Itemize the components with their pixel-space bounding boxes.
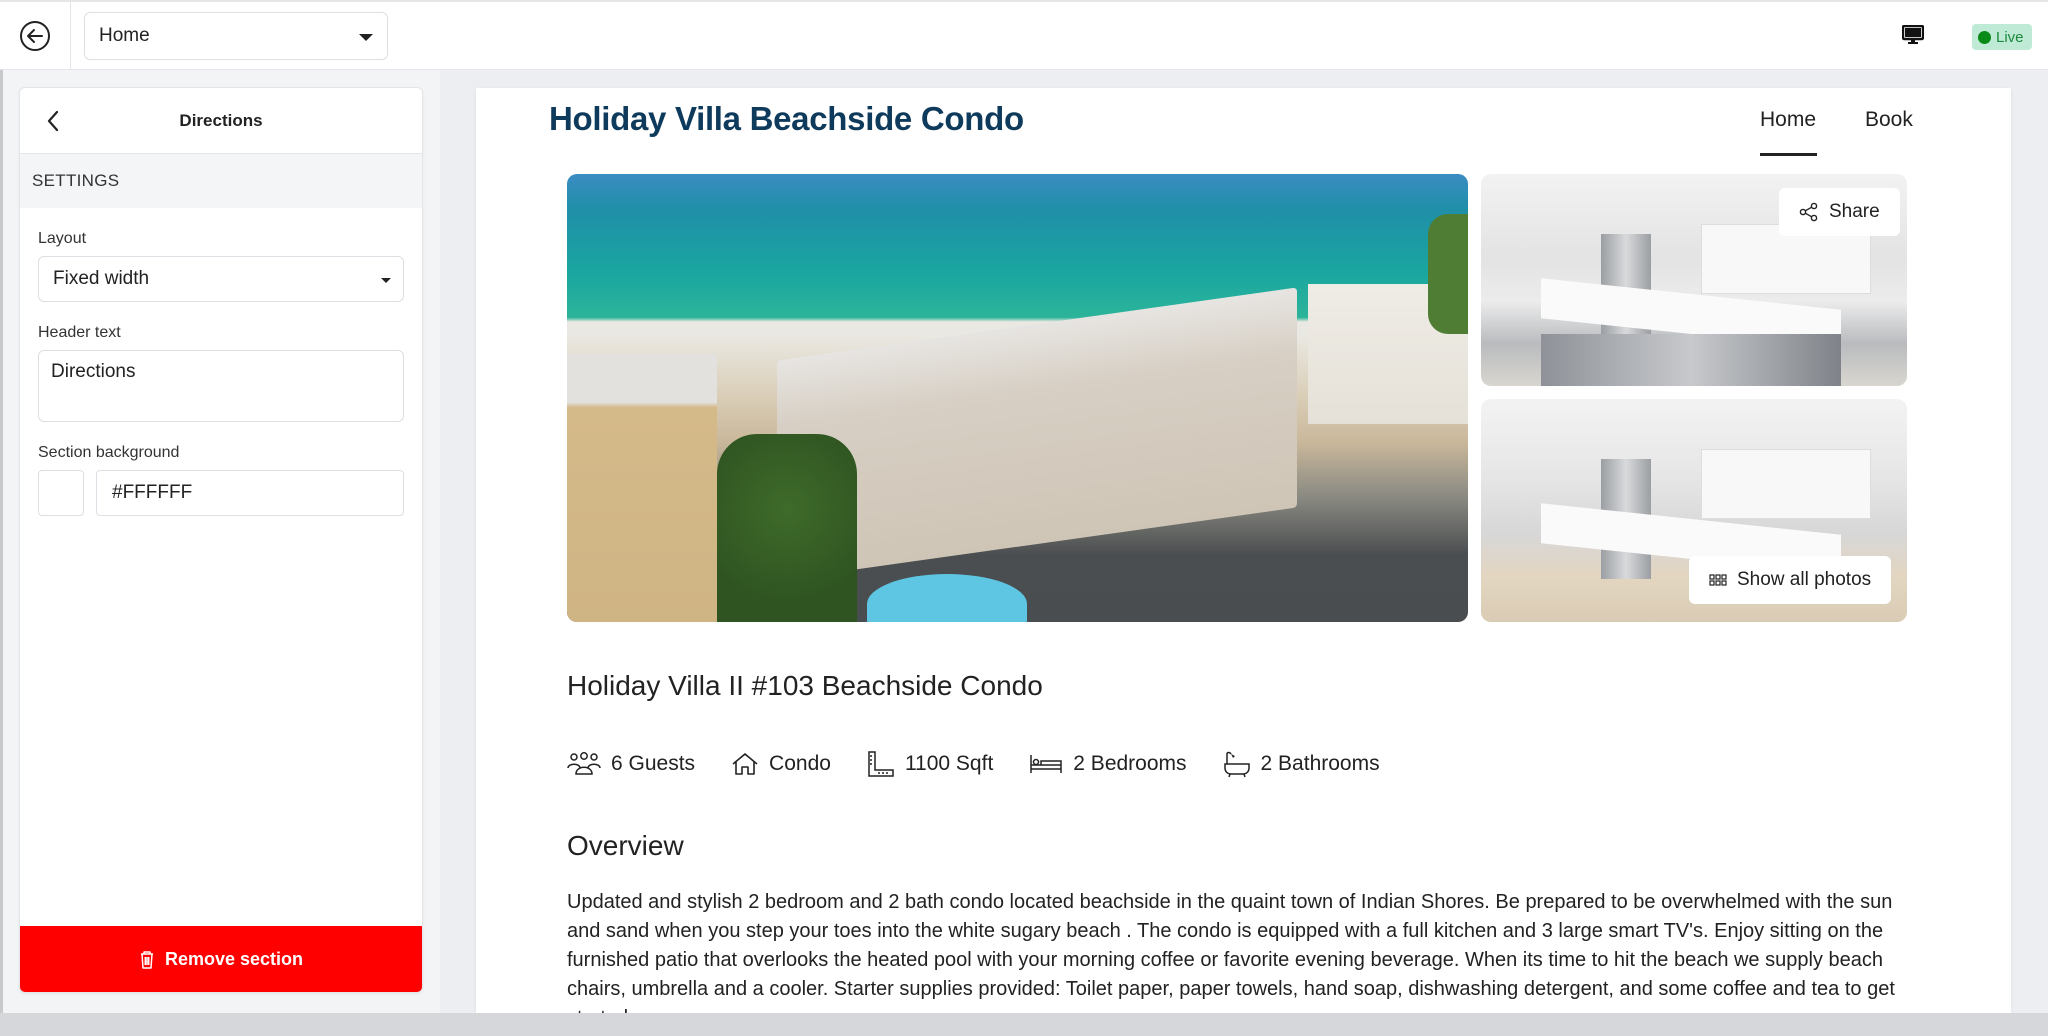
caret-down-icon	[359, 34, 373, 41]
grid-icon	[1709, 574, 1727, 586]
fact-size: 1100 Sqft	[867, 750, 993, 778]
site-preview: Holiday Villa Beachside Condo Home Book …	[476, 88, 2011, 1013]
live-status-badge: Live	[1972, 24, 2032, 50]
fact-label: 6 Guests	[611, 752, 696, 775]
window-bottom-edge	[0, 1013, 2048, 1036]
active-nav-indicator	[1760, 153, 1817, 156]
background-hex-input[interactable]: #FFFFFF	[96, 470, 404, 516]
panel-title: Directions	[179, 110, 263, 130]
section-background-label: Section background	[38, 444, 180, 461]
layout-label: Layout	[38, 230, 87, 247]
remove-section-button[interactable]: Remove section	[20, 926, 422, 992]
house-icon	[732, 753, 758, 775]
share-icon	[1799, 202, 1818, 222]
trash-icon	[140, 950, 153, 969]
live-label: Live	[1996, 28, 2024, 46]
fact-guests: 6 Guests	[567, 752, 695, 776]
remove-section-label: Remove section	[164, 948, 304, 969]
property-facts: 6 Guests Condo 1100 Sqft 2 Bedrooms 2 Ba…	[567, 750, 1380, 778]
site-title[interactable]: Holiday Villa Beachside Condo	[549, 100, 1024, 138]
share-button[interactable]: Share	[1779, 188, 1900, 236]
overview-heading: Overview	[567, 830, 684, 861]
ruler-icon	[868, 751, 894, 777]
caret-down-icon	[381, 278, 391, 283]
arrow-left-circle-icon	[20, 21, 50, 51]
show-all-photos-button[interactable]: Show all photos	[1689, 556, 1892, 604]
fact-bedrooms: 2 Bedrooms	[1029, 752, 1187, 776]
section-settings-panel: Directions SETTINGS Layout Fixed width H…	[19, 87, 423, 993]
exit-editor-button[interactable]	[0, 2, 71, 70]
status-dot-icon	[1978, 30, 1991, 44]
bathtub-icon	[1223, 751, 1250, 778]
bed-icon	[1030, 755, 1063, 773]
photo-detail	[567, 354, 717, 622]
header-text-label: Header text	[38, 324, 121, 341]
desktop-preview-button[interactable]	[1901, 24, 1925, 50]
photo-detail	[867, 574, 1027, 622]
show-all-photos-label: Show all photos	[1737, 569, 1872, 590]
editor-topbar: Home Live	[0, 0, 2048, 70]
photo-detail	[1541, 334, 1841, 386]
main-photo-aerial[interactable]	[567, 174, 1468, 622]
color-swatch[interactable]	[38, 470, 84, 516]
fact-label: 2 Bedrooms	[1073, 752, 1187, 775]
chevron-left-icon	[47, 110, 59, 132]
settings-section-header: SETTINGS	[20, 154, 422, 208]
page-select[interactable]: Home	[84, 12, 388, 60]
nav-book[interactable]: Book	[1865, 108, 1913, 132]
fact-label: Condo	[769, 752, 831, 775]
share-label: Share	[1829, 201, 1880, 222]
fact-bathrooms: 2 Bathrooms	[1223, 750, 1380, 778]
window-edge	[0, 0, 3, 1036]
header-text-input[interactable]: Directions	[38, 350, 404, 422]
section-background-field: Section background #FFFFFF	[20, 444, 422, 516]
panel-header: Directions	[20, 88, 422, 154]
page-select-value: Home	[99, 25, 150, 46]
overview-text: Updated and stylish 2 bedroom and 2 bath…	[567, 891, 1895, 1013]
photo-detail	[1428, 214, 1468, 334]
monitor-icon	[1901, 24, 1925, 44]
photo-detail	[717, 434, 857, 622]
layout-select-value: Fixed width	[53, 268, 150, 289]
back-button[interactable]	[46, 110, 60, 137]
layout-field: Layout Fixed width	[20, 230, 422, 302]
guests-icon	[567, 752, 601, 775]
listing-title: Holiday Villa II #103 Beachside Condo	[567, 670, 1043, 701]
nav-home[interactable]: Home	[1760, 108, 1816, 132]
fact-label: 1100 Sqft	[904, 752, 994, 775]
fact-label: 2 Bathrooms	[1260, 752, 1380, 775]
photo-detail	[1701, 449, 1871, 519]
header-text-field: Header text Directions	[20, 324, 422, 422]
fact-type: Condo	[731, 752, 831, 776]
layout-select[interactable]: Fixed width	[38, 256, 404, 302]
